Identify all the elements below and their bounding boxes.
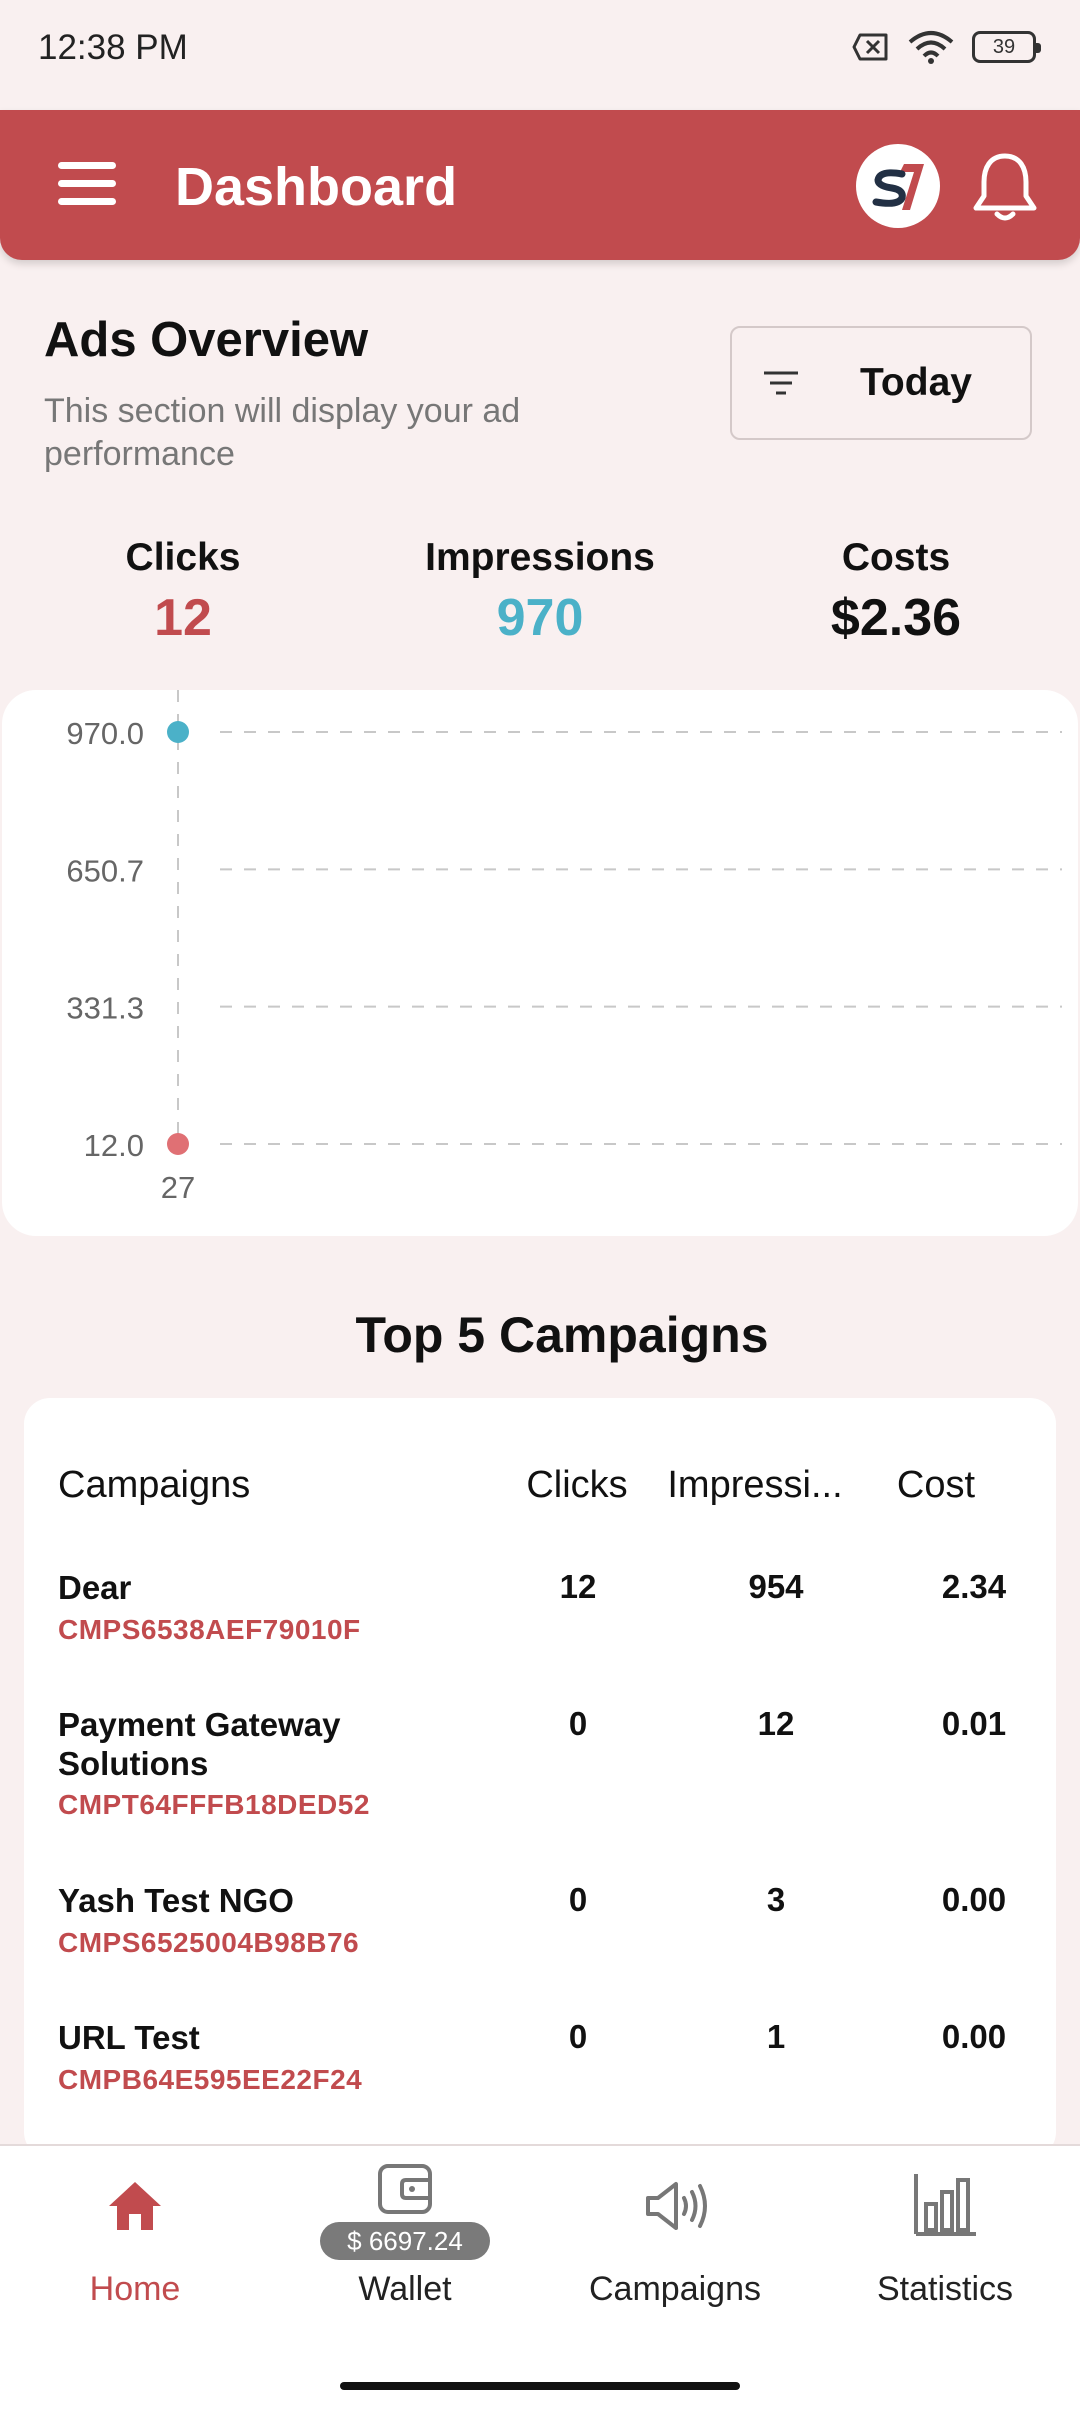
- column-header-cost: Cost: [896, 1464, 976, 1506]
- campaign-cost: 0.00: [941, 1881, 1007, 1918]
- y-tick-label: 650.7: [66, 853, 144, 888]
- campaign-clicks: 0: [568, 2018, 588, 2055]
- overview-subtitle: This section will display your ad perfor…: [44, 392, 521, 473]
- campaign-name: Dear: [58, 1569, 132, 1606]
- nav-label: Wallet: [358, 2270, 452, 2308]
- metric-label: Impressions: [425, 536, 655, 579]
- column-header-impressions: Impressi...: [667, 1464, 843, 1506]
- date-filter-label: Today: [860, 361, 972, 404]
- bar-chart-icon: [914, 2174, 976, 2236]
- campaign-name: URL Test: [58, 2019, 200, 2056]
- status-bar: 12:38 PM 39: [0, 0, 1080, 108]
- campaign-cost: 0.00: [941, 2018, 1007, 2055]
- metric-clicks: Clicks 12: [33, 536, 333, 648]
- brand-logo-icon[interactable]: [856, 144, 940, 228]
- wallet-balance-badge: $ 6697.24: [320, 2222, 490, 2260]
- campaign-impressions: 3: [766, 1881, 786, 1918]
- metric-value: $2.36: [830, 589, 962, 647]
- bottom-nav: Home Wallet Campaigns Statistics: [0, 2144, 1080, 2410]
- menu-icon[interactable]: [58, 162, 116, 206]
- campaign-clicks: 0: [568, 1881, 588, 1918]
- campaigns-table: Campaigns Clicks Impressi... Cost Dear C…: [24, 1398, 1056, 2158]
- bell-icon[interactable]: [970, 150, 1040, 224]
- wifi-icon: [908, 31, 954, 64]
- battery-level: 39: [992, 35, 1016, 58]
- nav-label: Campaigns: [589, 2270, 761, 2308]
- y-tick-label: 12.0: [84, 1128, 144, 1163]
- battery-icon: 39: [972, 31, 1041, 63]
- status-time: 12:38 PM: [38, 28, 188, 67]
- nav-statistics[interactable]: Statistics: [810, 2146, 1080, 2346]
- metric-label: Clicks: [125, 536, 241, 579]
- metric-value: 12: [154, 589, 212, 647]
- chart-point[interactable]: [167, 721, 189, 743]
- nav-label: Statistics: [876, 2270, 1014, 2308]
- campaign-id: CMPB64E595EE22F24: [58, 2064, 363, 2095]
- status-icons: 39: [852, 30, 1041, 64]
- performance-chart: 970.0 650.7 331.3 12.0 27: [2, 690, 1078, 1236]
- nav-label: Home: [89, 2270, 181, 2308]
- page-title: Dashboard: [175, 157, 458, 217]
- y-tick-label: 331.3: [66, 991, 144, 1026]
- column-header-campaigns: Campaigns: [58, 1464, 251, 1506]
- campaign-impressions: 1: [766, 2018, 786, 2055]
- campaign-cost: 2.34: [941, 1568, 1007, 1605]
- top-campaigns-title: Top 5 Campaigns: [355, 1307, 769, 1363]
- filter-icon: [764, 371, 798, 395]
- chart-point[interactable]: [167, 1133, 189, 1155]
- metric-value: 970: [496, 589, 584, 647]
- metric-costs: Costs $2.36: [746, 536, 1046, 648]
- metric-impressions: Impressions 970: [390, 536, 690, 648]
- home-indicator: [340, 2382, 740, 2390]
- campaign-clicks: 12: [559, 1568, 597, 1605]
- megaphone-icon: [646, 2182, 707, 2230]
- x-tick-label: 27: [161, 1170, 195, 1205]
- campaign-name: Payment Gateway Solutions: [58, 1706, 341, 1782]
- campaign-impressions: 12: [757, 1705, 795, 1742]
- chart-svg: 970.0 650.7 331.3 12.0 27: [66, 690, 1062, 1205]
- wallet-icon: [378, 2164, 432, 2214]
- overview-title: Ads Overview: [44, 313, 369, 367]
- campaign-id: CMPS6525004B98B76: [58, 1927, 360, 1958]
- y-tick-label: 970.0: [66, 716, 144, 751]
- metric-label: Costs: [841, 536, 951, 579]
- date-filter-button[interactable]: Today: [730, 326, 1032, 440]
- app-bar: Dashboard: [0, 110, 1080, 260]
- home-icon: [109, 2182, 161, 2230]
- campaign-impressions: 954: [748, 1568, 804, 1605]
- sim-error-icon: [852, 33, 888, 61]
- campaign-name: Yash Test NGO: [58, 1882, 294, 1919]
- column-header-clicks: Clicks: [526, 1464, 628, 1506]
- campaign-id: CMPS6538AEF79010F: [58, 1614, 361, 1645]
- nav-campaigns[interactable]: Campaigns: [540, 2146, 810, 2346]
- campaign-clicks: 0: [568, 1705, 588, 1742]
- nav-home[interactable]: Home: [0, 2146, 270, 2346]
- campaign-cost: 0.01: [941, 1705, 1007, 1742]
- campaign-id: CMPT64FFFB18DED52: [58, 1789, 370, 1820]
